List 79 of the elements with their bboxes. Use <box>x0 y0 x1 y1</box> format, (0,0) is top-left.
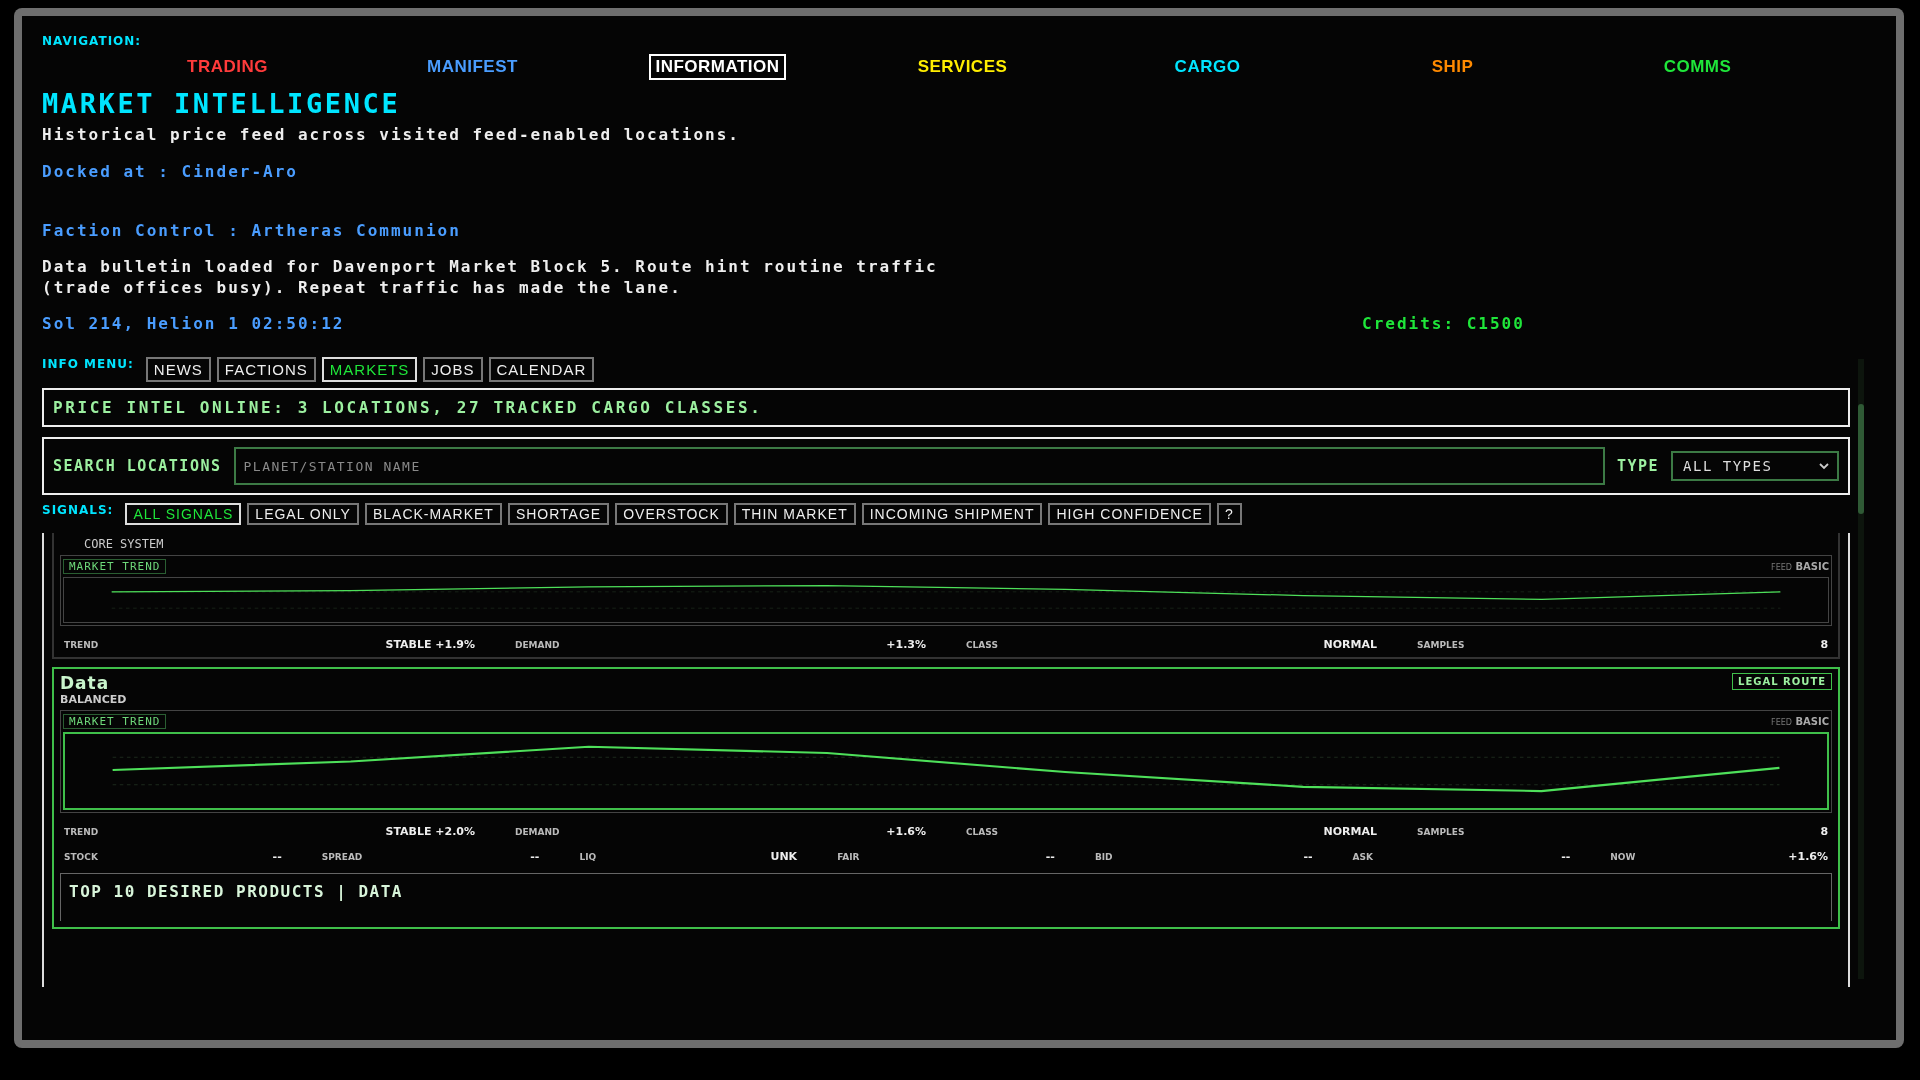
stat-value: STABLE +1.9% <box>385 638 475 651</box>
stat-label: SAMPLES <box>1417 827 1465 837</box>
scrollbar[interactable] <box>1858 359 1864 979</box>
navigation-label: NAVIGATION: <box>42 34 142 48</box>
stat-label: NOW <box>1610 852 1636 862</box>
stat-value: -- <box>1561 850 1571 863</box>
page-subtitle: Historical price feed across visited feed-enabled locations. <box>42 125 740 144</box>
signal-filter[interactable]: BLACK-MARKET <box>364 503 502 525</box>
stat-label: DEMAND <box>515 827 560 837</box>
info-tab[interactable]: FACTIONS <box>216 357 316 382</box>
credits: Credits: C1500 <box>1362 314 1525 333</box>
search-label: SEARCH LOCATIONS <box>53 457 222 475</box>
stat-value: -- <box>272 850 282 863</box>
signal-filter[interactable]: THIN MARKET <box>733 503 856 525</box>
stat-value: NORMAL <box>1323 638 1378 651</box>
nav-tab[interactable]: MANIFEST <box>421 54 524 80</box>
signal-filter[interactable]: LEGAL ONLY <box>247 503 359 525</box>
trend-label: MARKET TREND <box>63 714 167 729</box>
faction-control: Faction Control : Artheras Communion <box>42 221 461 240</box>
stat-label: FAIR <box>837 852 860 862</box>
stat-label: LIQ <box>579 852 597 862</box>
date-time: Sol 214, Helion 1 02:50:12 <box>42 314 345 333</box>
nav-tab[interactable]: INFORMATION <box>649 54 786 80</box>
stat-label: STOCK <box>64 852 98 862</box>
bulletin-text: Data bulletin loaded for Davenport Market Block 5. Route hint routine traffic (trade offices busy). Repeat traffic has made the lane. <box>42 256 939 298</box>
stat-label: ASK <box>1352 852 1373 862</box>
stat-value: -- <box>1045 850 1055 863</box>
signal-filter[interactable]: OVERSTOCK <box>615 503 728 525</box>
stat-value: -- <box>530 850 540 863</box>
info-menu-label: INFO MENU: <box>42 357 134 371</box>
status-banner: PRICE INTEL ONLINE: 3 LOCATIONS, 27 TRACKED CARGO CLASSES. <box>42 388 1851 427</box>
stat-label: CLASS <box>966 640 998 650</box>
feed-label: FEED <box>1771 718 1792 727</box>
system-class: CORE SYSTEM <box>84 537 164 551</box>
cargo-name: Data <box>60 673 110 693</box>
stat-value: +1.6% <box>1788 850 1829 863</box>
stat-label: TREND <box>64 640 99 650</box>
type-dropdown[interactable]: ALL TYPES <box>1671 451 1840 481</box>
nav-tab[interactable]: COMMS <box>1657 54 1738 80</box>
chevron-icon <box>1819 462 1830 470</box>
stat-label: TREND <box>64 827 99 837</box>
trend-label: MARKET TREND <box>63 559 167 574</box>
info-tab[interactable]: NEWS <box>145 357 211 382</box>
type-label: TYPE <box>1616 457 1660 475</box>
nav-tab[interactable]: CARGO <box>1168 54 1247 80</box>
signal-filter[interactable]: SHORTAGE <box>507 503 610 525</box>
route-tag: LEGAL ROUTE <box>1732 673 1833 690</box>
help-button[interactable]: ? <box>1216 503 1242 525</box>
stat-value: NORMAL <box>1323 825 1378 838</box>
feed-level: BASIC <box>1795 716 1830 727</box>
products-title: TOP 10 DESIRED PRODUCTS | DATA <box>69 882 403 901</box>
feed-level: BASIC <box>1795 561 1830 572</box>
page-title: MARKET INTELLIGENCE <box>42 88 401 119</box>
stat-value: +1.6% <box>886 825 926 838</box>
stat-value: UNK <box>770 850 798 863</box>
market-status: BALANCED <box>60 693 127 706</box>
stat-label: CLASS <box>966 827 998 837</box>
signal-filter[interactable]: ALL SIGNALS <box>125 503 242 525</box>
info-tab[interactable]: JOBS <box>423 357 483 382</box>
search-field[interactable]: PLANET/STATION NAME <box>233 447 1605 485</box>
stat-label: BID <box>1094 852 1113 862</box>
nav-tab[interactable]: SERVICES <box>911 54 1014 80</box>
signals-label: SIGNALS: <box>42 503 114 517</box>
stat-value: 8 <box>1820 825 1829 838</box>
stat-value: +1.3% <box>886 638 926 651</box>
stat-label: DEMAND <box>515 640 560 650</box>
signal-filter[interactable]: HIGH CONFIDENCE <box>1048 503 1211 525</box>
nav-tab[interactable]: TRADING <box>181 54 274 80</box>
nav-tab[interactable]: SHIP <box>1425 54 1480 80</box>
stat-label: SPREAD <box>321 852 363 862</box>
stat-value: -- <box>1303 850 1313 863</box>
stat-value: STABLE +2.0% <box>385 825 475 838</box>
feed-label: FEED <box>1771 563 1792 572</box>
signal-filter[interactable]: INCOMING SHIPMENT <box>861 503 1043 525</box>
info-tab[interactable]: CALENDAR <box>488 357 595 382</box>
docked-location: Docked at : Cinder-Aro <box>42 162 298 181</box>
info-tab[interactable]: MARKETS <box>321 357 418 382</box>
stat-label: SAMPLES <box>1417 640 1465 650</box>
stat-value: 8 <box>1820 638 1829 651</box>
